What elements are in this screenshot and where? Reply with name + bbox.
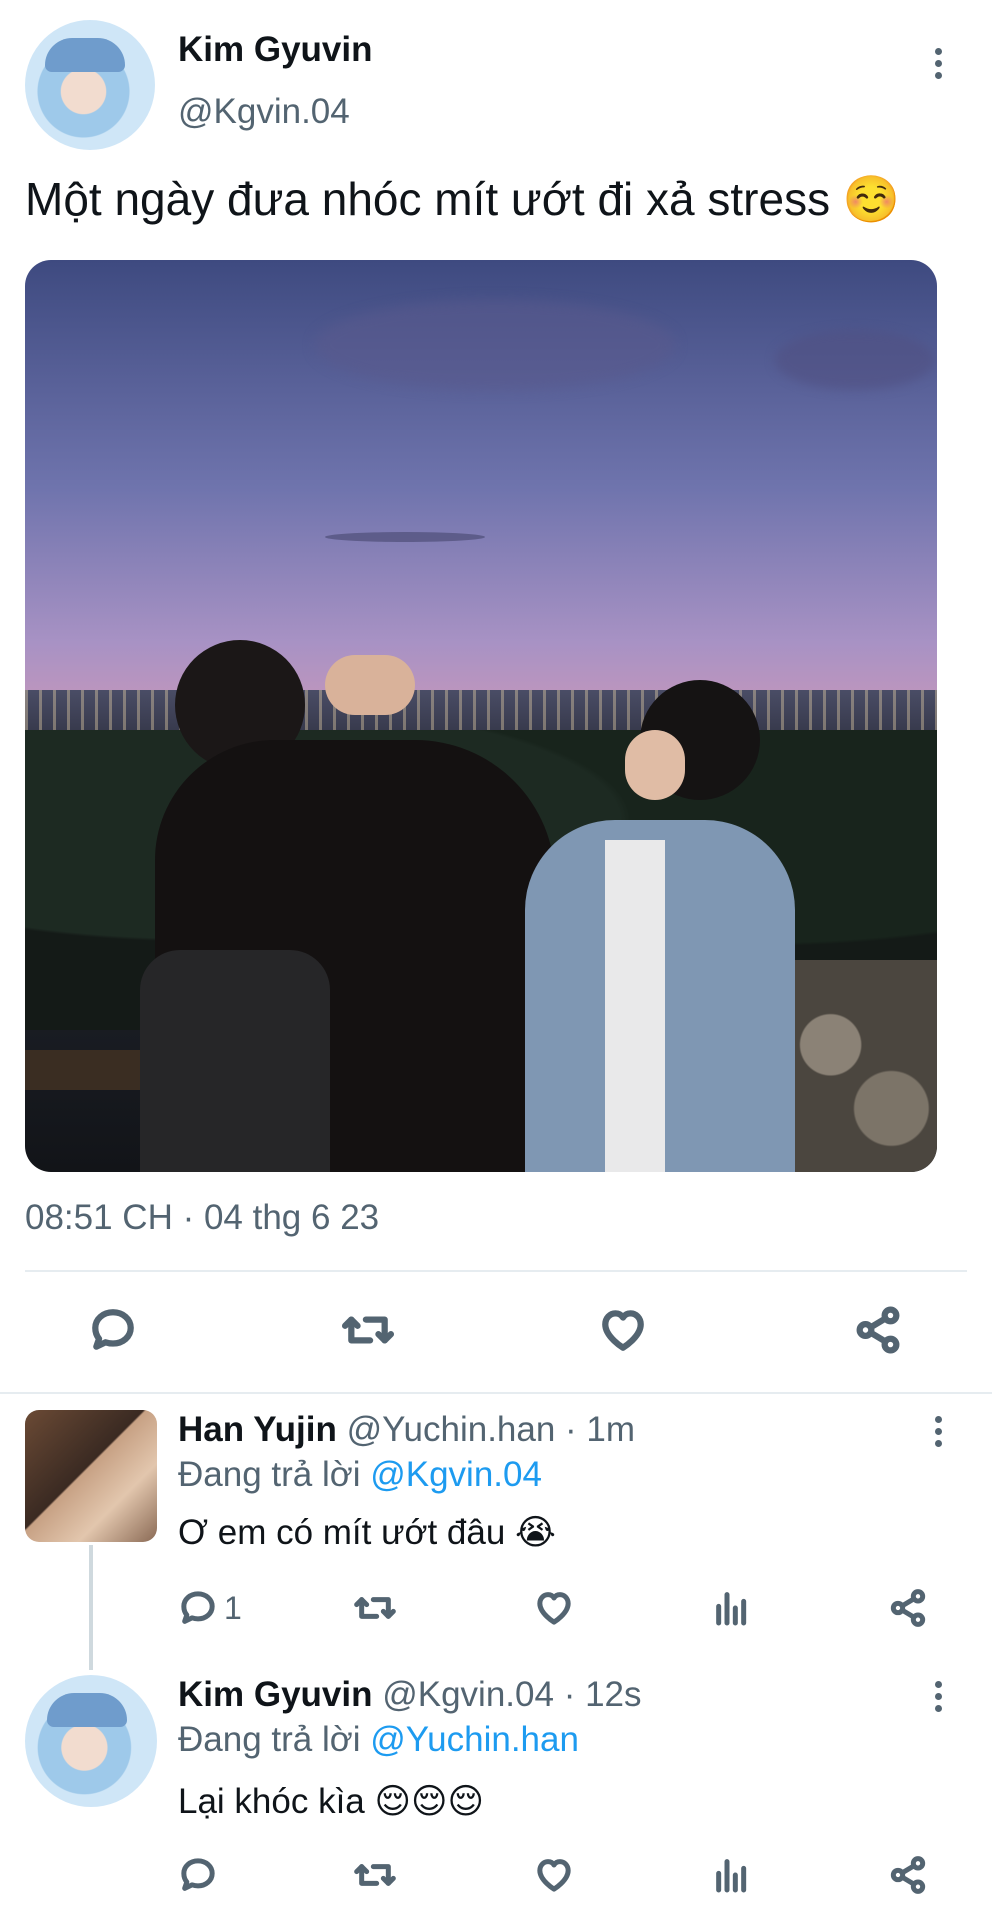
replying-prefix: Đang trả lời	[178, 1455, 371, 1494]
reply-avatar[interactable]	[25, 1675, 157, 1807]
share-icon	[890, 1589, 926, 1627]
reply-time: · 12s	[553, 1675, 642, 1714]
share-icon	[890, 1856, 926, 1894]
reply-text: Lại khóc kìa 😌😌😌	[178, 1782, 484, 1821]
replying-prefix: Đang trả lời	[178, 1720, 371, 1759]
like-button[interactable]	[533, 1855, 575, 1900]
divider	[0, 1392, 992, 1394]
reply-avatar[interactable]	[25, 1410, 157, 1542]
retweet-button[interactable]	[340, 1305, 396, 1360]
share-button[interactable]	[888, 1588, 928, 1633]
like-icon	[602, 1310, 644, 1351]
reply-button[interactable]: 1	[178, 1588, 242, 1628]
like-button[interactable]	[533, 1588, 575, 1633]
like-button[interactable]	[597, 1305, 649, 1360]
share-icon	[856, 1306, 900, 1354]
reply-button[interactable]	[178, 1855, 218, 1900]
reply-author-name[interactable]: Kim Gyuvin	[178, 1675, 372, 1714]
reply-header: Han Yujin @Yuchin.han · 1m	[178, 1410, 635, 1450]
author-name[interactable]: Kim Gyuvin	[178, 30, 372, 70]
tweet-photo[interactable]	[25, 260, 937, 1172]
reply-header: Kim Gyuvin @Kgvin.04 · 12s	[178, 1675, 642, 1715]
reply-icon	[181, 1858, 215, 1891]
share-button[interactable]	[853, 1305, 903, 1360]
replying-to-link[interactable]: @Kgvin.04	[370, 1455, 542, 1494]
divider	[25, 1270, 967, 1272]
reply-count: 1	[224, 1589, 242, 1626]
replying-to-link[interactable]: @Yuchin.han	[370, 1720, 579, 1759]
author-handle[interactable]: @Kgvin.04	[178, 92, 350, 132]
replying-to-line: Đang trả lời @Kgvin.04	[178, 1455, 542, 1495]
analytics-button[interactable]	[712, 1855, 752, 1900]
author-avatar[interactable]	[25, 20, 155, 150]
analytics-icon	[716, 1859, 747, 1893]
tweet-text: Một ngày đưa nhóc mít ướt đi xả stress ☺…	[25, 173, 901, 225]
tweet-timestamp: 08:51 CH · 04 thg 6 23	[25, 1198, 380, 1237]
thread-line	[89, 1545, 93, 1670]
analytics-icon	[716, 1592, 747, 1626]
reply-icon	[181, 1591, 215, 1624]
more-options-icon[interactable]	[923, 1406, 953, 1456]
reply-text: Ơ em có mít ướt đâu 😭	[178, 1513, 556, 1552]
reply-author-handle[interactable]: @Yuchin.han	[347, 1410, 556, 1449]
more-options-icon[interactable]	[923, 38, 953, 88]
retweet-icon	[354, 1864, 396, 1886]
like-icon	[537, 1859, 571, 1892]
reply-time: · 1m	[555, 1410, 636, 1449]
retweet-icon	[341, 1316, 395, 1344]
retweet-button[interactable]	[353, 1855, 397, 1900]
replying-to-line: Đang trả lời @Yuchin.han	[178, 1720, 579, 1760]
like-icon	[537, 1592, 571, 1625]
reply-button[interactable]	[88, 1305, 138, 1360]
retweet-button[interactable]	[353, 1588, 397, 1633]
more-options-icon[interactable]	[923, 1671, 953, 1721]
share-button[interactable]	[888, 1855, 928, 1900]
reply-icon	[92, 1309, 134, 1350]
reply-author-name[interactable]: Han Yujin	[178, 1410, 337, 1449]
retweet-icon	[354, 1597, 396, 1619]
reply-author-handle[interactable]: @Kgvin.04	[382, 1675, 554, 1714]
analytics-button[interactable]	[712, 1588, 752, 1633]
